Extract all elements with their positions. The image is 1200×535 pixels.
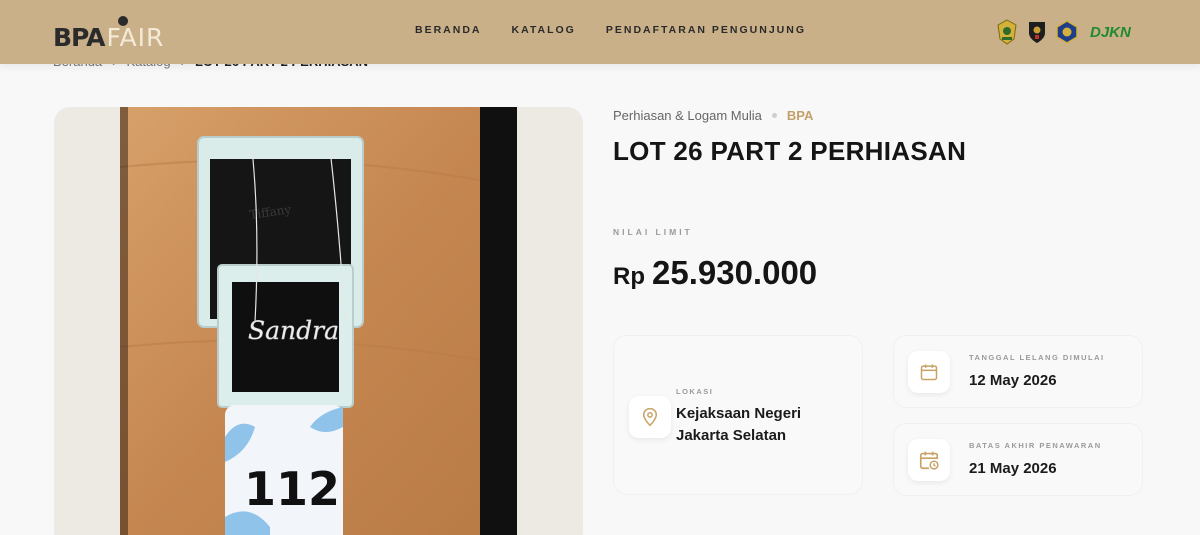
calendar-clock-icon-box [908,439,950,481]
main-nav: BERANDA KATALOG PENDAFTARAN PENGUNJUNG [415,24,806,36]
djkn-logo-text: DJKN [1090,23,1131,41]
auction-start-value: 12 May 2026 [969,372,1057,389]
category-label[interactable]: Perhiasan & Logam Mulia [613,108,762,123]
logo-fair-text: FAIR [106,16,165,52]
kejaksaan-emblem-icon [996,19,1018,45]
top-navbar: BPA FAIR BERANDA KATALOG PENDAFTARAN PEN… [0,0,1200,64]
bpa-fair-logo[interactable]: BPA FAIR [53,14,164,50]
lot-title: LOT 26 PART 2 PERHIASAN [613,136,967,166]
offer-deadline-card: BATAS AKHIR PENAWARAN 21 May 2026 [893,423,1143,496]
auction-start-card: TANGGAL LELANG DIMULAI 12 May 2026 [893,335,1143,408]
limit-label: NILAI LIMIT [613,227,693,237]
seller-label[interactable]: BPA [787,108,813,123]
logo-bpa-text: BPA [53,23,105,52]
nav-link-katalog[interactable]: KATALOG [512,24,576,36]
product-image-gallery[interactable]: Tiffany Sandra 112 [54,107,583,535]
calendar-icon [920,364,938,381]
calendar-icon-box [908,351,950,393]
limit-price: Rp 25.930.000 [613,254,817,292]
category-row: Perhiasan & Logam Mulia BPA [613,108,813,123]
location-card: LOKASI Kejaksaan Negeri Jakarta Selatan [613,335,863,495]
nav-link-beranda[interactable]: BERANDA [415,24,482,36]
logo-fair-label: FAIR [106,23,165,52]
product-photo-illustration: Tiffany Sandra 112 [120,107,517,535]
location-value: Kejaksaan Negeri Jakarta Selatan [676,403,801,447]
location-label: LOKASI [676,387,714,396]
separator-dot [771,113,777,118]
location-icon-box [629,396,671,438]
offer-deadline-value: 21 May 2026 [969,460,1057,477]
auction-start-label: TANGGAL LELANG DIMULAI [969,353,1105,362]
product-photo: Tiffany Sandra 112 [120,107,517,535]
partner-emblems: DJKN [996,19,1131,45]
offer-deadline-label: BATAS AKHIR PENAWARAN [969,441,1102,450]
police-emblem-icon [1028,20,1046,44]
location-pin-icon [642,407,658,427]
price-currency: Rp [613,263,645,290]
calendar-clock-icon [919,451,939,470]
price-amount: 25.930.000 [652,254,818,291]
svg-text:Sandra: Sandra [248,316,339,345]
location-line-2: Jakarta Selatan [676,426,787,444]
nav-link-pendaftaran-pengunjung[interactable]: PENDAFTARAN PENGUNJUNG [606,24,806,36]
svg-text:112: 112 [244,462,340,516]
kemenkeu-emblem-icon [1056,20,1078,44]
location-line-1: Kejaksaan Negeri [676,405,802,422]
